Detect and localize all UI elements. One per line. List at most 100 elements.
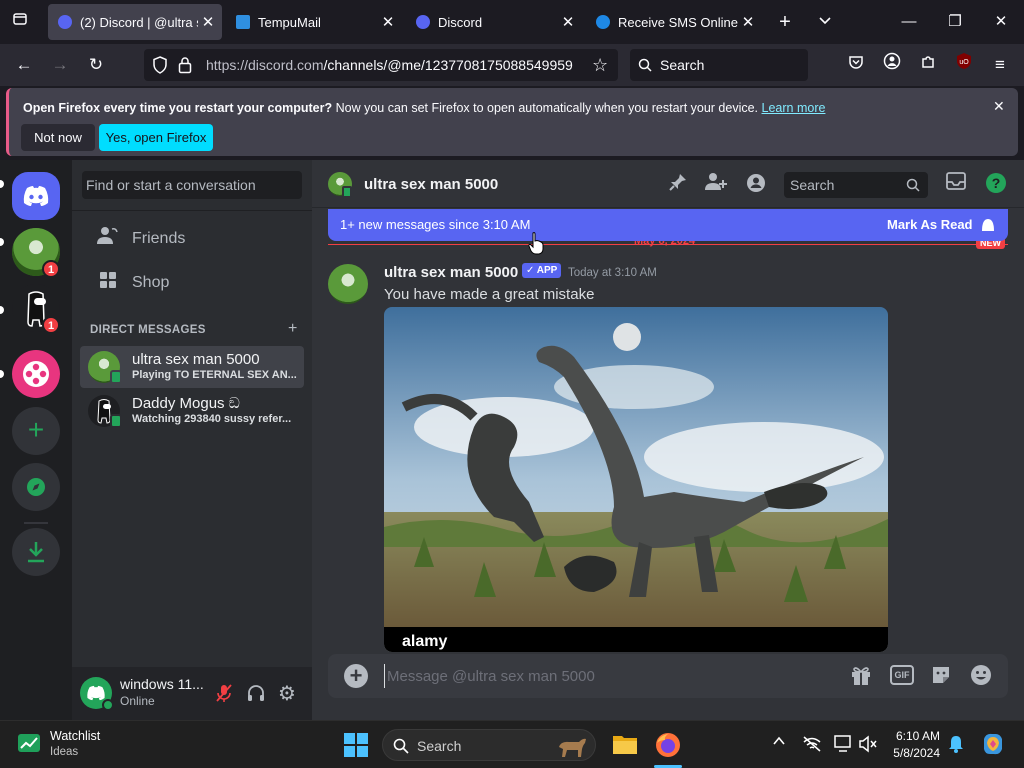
gif-icon[interactable]: GIF xyxy=(890,665,914,685)
list-tabs-chevron-icon[interactable] xyxy=(810,8,840,36)
mute-mic-icon[interactable] xyxy=(214,683,234,708)
reload-icon[interactable]: ↻ xyxy=(82,51,110,79)
chat-search-placeholder: Search xyxy=(790,177,835,193)
message-text: You have made a great mistake xyxy=(384,286,595,303)
minimize-icon[interactable]: — xyxy=(894,8,924,36)
find-conversation-input[interactable]: Find or start a conversation xyxy=(82,171,302,199)
stock-chart-icon xyxy=(18,734,40,752)
close-tab-icon[interactable]: ✕ xyxy=(738,13,758,31)
clock-time[interactable]: 6:10 AM xyxy=(888,729,940,743)
headphones-icon[interactable] xyxy=(246,683,266,708)
mark-read-icon xyxy=(982,219,994,231)
widget-title[interactable]: Watchlist xyxy=(50,729,100,743)
message-author-avatar[interactable] xyxy=(328,264,368,304)
notification-message: Open Firefox every time you restart your… xyxy=(23,101,825,115)
tab-tempumail[interactable]: TempuMail ✕ xyxy=(226,4,402,40)
mail-favicon-icon xyxy=(236,15,250,29)
file-explorer-icon[interactable] xyxy=(612,733,638,755)
yes-open-firefox-button[interactable]: Yes, open Firefox xyxy=(99,124,213,151)
shield-icon[interactable] xyxy=(152,56,168,79)
tab-receive-sms[interactable]: Receive SMS Online - SMS ✕ xyxy=(586,4,762,40)
volume-off-icon[interactable] xyxy=(858,735,878,758)
dm-item-daddy-mogus[interactable]: Daddy Mogus ඞ Watching 293840 sussy refe… xyxy=(80,390,304,432)
copilot-icon[interactable] xyxy=(980,731,1006,762)
account-icon[interactable] xyxy=(878,51,906,79)
taskbar-search[interactable]: Search xyxy=(382,729,596,761)
sidebar-item-friends[interactable]: Friends xyxy=(80,218,304,260)
tray-chevron-up-icon[interactable] xyxy=(772,734,786,751)
close-tab-icon[interactable]: ✕ xyxy=(558,13,578,31)
user-name: windows 11... xyxy=(120,676,204,692)
chat-title[interactable]: ultra sex man 5000 xyxy=(364,176,498,193)
firefox-view-icon[interactable] xyxy=(6,8,34,36)
user-panel: windows 11... Online ⚙ xyxy=(72,667,312,720)
learn-more-link[interactable]: Learn more xyxy=(762,101,826,115)
pinned-messages-icon[interactable] xyxy=(666,172,690,196)
chat-search-input[interactable]: Search xyxy=(784,172,928,198)
add-friend-to-dm-icon[interactable] xyxy=(704,172,728,196)
message-author[interactable]: ultra sex man 5000 xyxy=(384,264,518,281)
add-server-icon[interactable]: + xyxy=(12,407,60,455)
close-notification-icon[interactable]: ✕ xyxy=(993,98,1005,115)
windows-start-icon[interactable] xyxy=(344,733,368,762)
discord-app: 1 1 + Find or start a conversation Frien… xyxy=(0,160,1024,720)
tab-discord[interactable]: Discord ✕ xyxy=(406,4,582,40)
shop-icon xyxy=(92,270,124,296)
sticker-icon[interactable] xyxy=(930,664,952,691)
explore-compass-icon[interactable] xyxy=(12,463,60,511)
firefox-taskbar-icon[interactable] xyxy=(654,731,682,759)
extensions-puzzle-icon[interactable] xyxy=(914,51,942,79)
bookmark-star-icon[interactable]: ☆ xyxy=(592,55,608,76)
server-pill xyxy=(0,238,4,246)
search-icon xyxy=(906,178,920,192)
discord-home-icon[interactable] xyxy=(12,172,60,220)
image-attachment[interactable]: alamy xyxy=(384,307,888,652)
display-icon[interactable] xyxy=(834,735,854,758)
pocket-icon[interactable] xyxy=(842,51,870,79)
new-tab-icon[interactable]: + xyxy=(770,8,800,36)
inbox-icon[interactable] xyxy=(944,172,968,196)
help-icon[interactable]: ? xyxy=(984,172,1008,196)
browser-search-input[interactable]: Search xyxy=(630,49,808,81)
server-film-avatar[interactable] xyxy=(12,350,60,398)
url-host: https://discord.com xyxy=(206,57,324,73)
server-pill xyxy=(0,370,4,378)
user-profile-icon[interactable] xyxy=(744,172,768,196)
gift-icon[interactable] xyxy=(850,664,872,691)
message-input[interactable] xyxy=(384,664,824,688)
close-tab-icon[interactable]: ✕ xyxy=(198,13,218,31)
message-composer: + GIF xyxy=(328,654,1008,698)
user-status: Online xyxy=(120,694,155,708)
dm-status: Playing TO ETERNAL SEX AN... xyxy=(132,369,297,381)
back-arrow-icon[interactable]: ← xyxy=(10,51,38,79)
lock-icon[interactable] xyxy=(178,56,192,79)
shop-label: Shop xyxy=(132,274,170,291)
tab-discord-dm[interactable]: (2) Discord | @ultra sex man 5000 ✕ xyxy=(48,4,222,40)
notification-bell-icon[interactable] xyxy=(948,735,964,758)
new-messages-bar[interactable]: 1+ new messages since 3:10 AM Mark As Re… xyxy=(328,209,1008,241)
forward-arrow-icon[interactable]: → xyxy=(46,51,74,79)
restore-icon[interactable]: ❐ xyxy=(940,8,970,36)
notification-title: Open Firefox every time you restart your… xyxy=(23,101,333,115)
dm-item-ultra-sex-man[interactable]: ultra sex man 5000 Playing TO ETERNAL SE… xyxy=(80,346,304,388)
ublock-icon[interactable]: uO xyxy=(950,51,978,79)
download-apps-icon[interactable] xyxy=(12,528,60,576)
direct-messages-sidebar: Find or start a conversation Friends Sho… xyxy=(72,160,312,720)
attach-plus-icon[interactable]: + xyxy=(344,664,368,688)
clock-date[interactable]: 5/8/2024 xyxy=(888,746,940,760)
close-tab-icon[interactable]: ✕ xyxy=(378,13,398,31)
settings-gear-icon[interactable]: ⚙ xyxy=(278,681,296,706)
dm-name: ultra sex man 5000 xyxy=(132,351,260,368)
dm-status: Watching 293840 sussy refer... xyxy=(132,413,292,425)
not-now-button[interactable]: Not now xyxy=(21,124,95,151)
search-icon xyxy=(393,738,409,754)
url-text: https://discord.com/channels/@me/1237708… xyxy=(206,57,578,73)
hamburger-menu-icon[interactable]: ≡ xyxy=(986,51,1014,79)
close-window-icon[interactable]: ✕ xyxy=(986,8,1016,36)
url-bar[interactable]: https://discord.com/channels/@me/1237708… xyxy=(144,49,618,81)
sidebar-item-shop[interactable]: Shop xyxy=(80,262,304,304)
emoji-icon[interactable] xyxy=(970,664,992,691)
create-dm-plus-icon[interactable]: + xyxy=(288,320,297,338)
network-off-icon[interactable] xyxy=(802,735,822,758)
mark-as-read-button[interactable]: Mark As Read xyxy=(887,217,973,232)
